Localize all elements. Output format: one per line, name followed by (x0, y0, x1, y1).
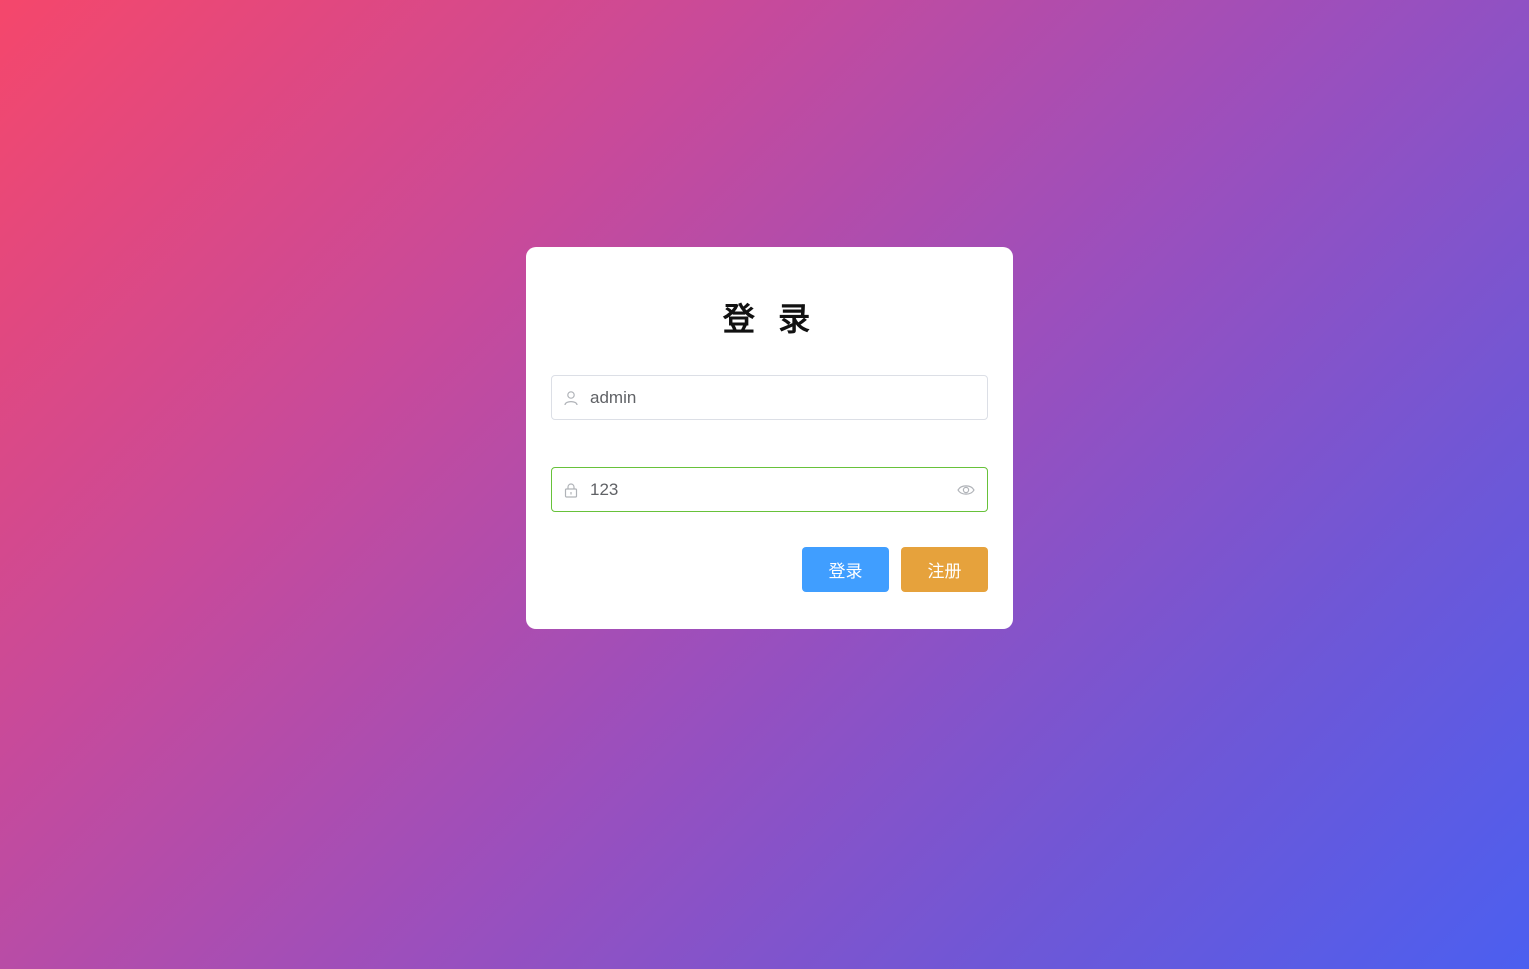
eye-icon[interactable] (945, 468, 987, 511)
login-button[interactable]: 登录 (802, 547, 889, 592)
lock-icon (552, 468, 590, 511)
user-icon (552, 376, 590, 419)
login-card: 登 录 登录 注册 (526, 247, 1013, 629)
username-input[interactable] (590, 376, 987, 419)
username-field[interactable] (551, 375, 988, 420)
password-field[interactable] (551, 467, 988, 512)
password-input[interactable] (590, 468, 945, 511)
register-button[interactable]: 注册 (901, 547, 988, 592)
login-title: 登 录 (722, 300, 817, 338)
